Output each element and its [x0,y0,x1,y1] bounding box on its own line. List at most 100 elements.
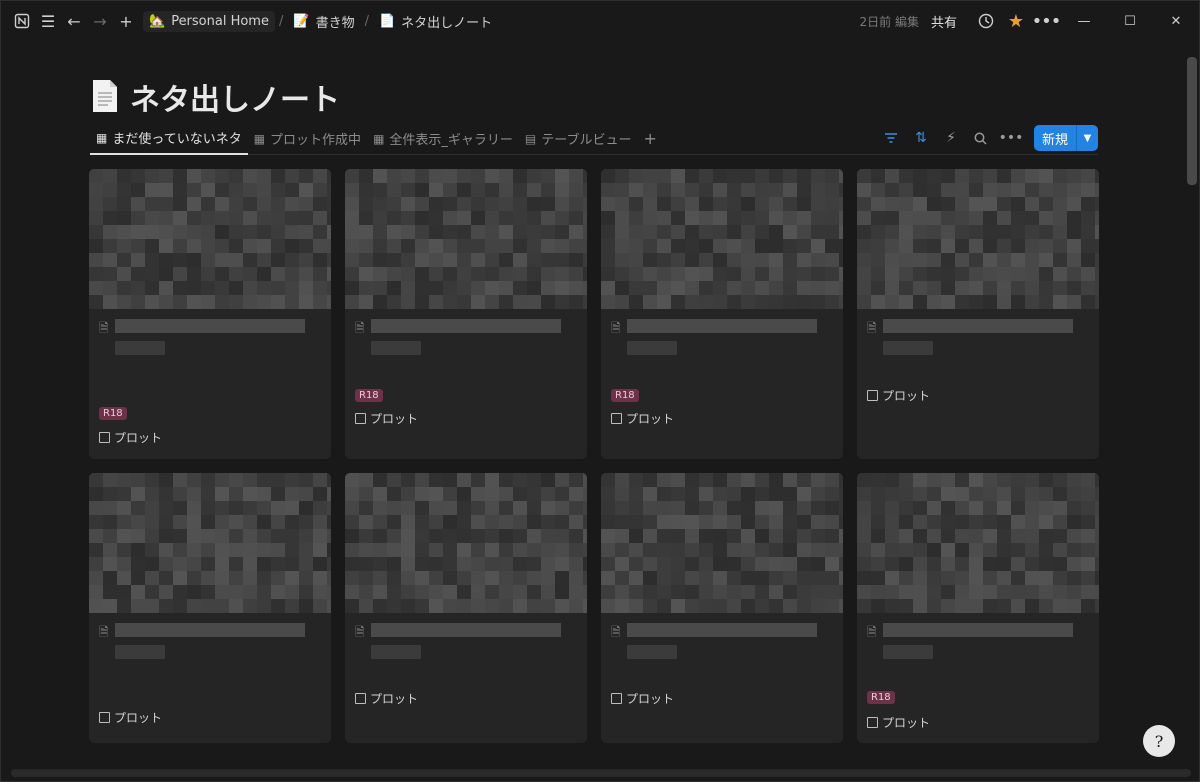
tab-all-gallery[interactable]: ▦ 全件表示_ギャラリー [367,123,519,155]
plot-checkbox-property[interactable]: プロット [867,714,930,731]
card-title-redacted [883,341,933,355]
card-title-redacted [883,319,1073,333]
chevron-down-icon[interactable]: ▼ [1076,125,1098,151]
card-title-redacted [627,623,817,637]
card-title-redacted [883,623,1073,637]
document-icon: 🗎 [867,625,877,639]
card-cover-image [601,473,843,613]
forward-arrow-icon[interactable]: → [87,8,113,34]
tab-label: まだ使っていないネタ [112,132,242,147]
breadcrumb-writing[interactable]: 📝 書き物 [287,9,360,34]
property-label: プロット [114,431,163,445]
tab-label: テーブルビュー [541,133,632,148]
gallery-card[interactable]: 🗎 プロット [601,473,843,743]
plot-checkbox-property[interactable]: プロット [611,410,674,427]
breadcrumb-label: ネタ出しノート [401,15,493,31]
new-item-label: 新規 [1041,132,1068,148]
checkbox[interactable] [611,693,622,704]
breadcrumb: 🏡 Personal Home / 📝 書き物 / 📄 ネタ出しノート [143,9,498,34]
gallery-card[interactable]: 🗎 プロット [857,169,1099,459]
gallery-card[interactable]: 🗎 R18 プロット [601,169,843,459]
history-clock-icon[interactable] [971,13,1001,29]
vertical-scrollbar[interactable] [1187,57,1197,185]
maximize-window-icon[interactable]: ☐ [1107,14,1153,29]
notion-logo-icon[interactable] [9,8,35,34]
property-label: プロット [882,716,931,730]
document-page-icon[interactable] [90,79,122,115]
gallery-card[interactable]: 🗎 R18 プロット [857,473,1099,743]
horizontal-scrollbar[interactable] [11,769,1191,777]
rating-tag: R18 [611,389,639,402]
checkbox[interactable] [355,413,366,424]
checkbox[interactable] [867,390,878,401]
back-arrow-icon[interactable]: ← [61,8,87,34]
more-options-icon[interactable]: ••• [998,130,1024,146]
card-title-redacted [627,341,677,355]
automation-lightning-icon[interactable]: ⚡ [938,130,964,146]
plot-checkbox-property[interactable]: プロット [611,690,674,707]
card-title-redacted [371,623,561,637]
gallery-card[interactable]: 🗎 プロット [89,473,331,743]
card-title-redacted [371,319,561,333]
page-header: ネタ出しノート [90,75,340,119]
breadcrumb-personal-home[interactable]: 🏡 Personal Home [143,10,275,32]
tab-table-view[interactable]: ▤ テーブルビュー [519,123,638,155]
card-cover-image [857,473,1099,613]
page-icon: 📄 [378,13,396,29]
new-page-plus-icon[interactable]: + [113,8,139,34]
property-label: プロット [626,412,675,426]
plot-checkbox-property[interactable]: プロット [355,410,418,427]
close-window-icon[interactable]: ✕ [1153,14,1199,29]
help-button[interactable]: ? [1143,725,1175,757]
tab-unused-ideas[interactable]: ▦ まだ使っていないネタ [90,123,248,155]
minimize-window-icon[interactable]: — [1061,14,1107,29]
card-title-redacted [115,623,305,637]
property-label: プロット [114,711,163,725]
gallery-icon: ▦ [96,130,108,145]
document-icon: 🗎 [355,625,365,639]
checkbox[interactable] [867,717,878,728]
checkbox[interactable] [99,712,110,723]
gallery-card[interactable]: 🗎 R18 プロット [345,169,587,459]
database-toolbar: ⇅ ⚡ ••• 新規 ▼ [878,123,1098,153]
favorite-star-icon[interactable]: ★ [1001,11,1031,32]
rating-tag: R18 [867,691,895,704]
table-icon: ▤ [524,131,537,146]
card-cover-image [857,169,1099,309]
card-title-redacted [371,645,421,659]
last-edited-text: 2日前 編集 [859,14,919,29]
search-icon[interactable] [968,132,994,145]
share-button[interactable]: 共有 [931,12,957,31]
sort-icon[interactable]: ⇅ [908,130,934,146]
gallery-card[interactable]: 🗎 R18 プロット [89,169,331,459]
gallery-card[interactable]: 🗎 プロット [345,473,587,743]
document-icon: 🗎 [611,321,621,335]
breadcrumb-label: Personal Home [171,13,269,29]
plot-checkbox-property[interactable]: プロット [99,709,162,726]
checkbox[interactable] [355,693,366,704]
card-title-redacted [627,645,677,659]
add-view-plus-icon[interactable]: + [644,129,657,148]
breadcrumb-separator: / [278,13,284,29]
checkbox[interactable] [611,413,622,424]
more-options-icon[interactable]: ••• [1031,11,1062,32]
card-title-redacted [115,319,305,333]
tab-plotting[interactable]: ▦ プロット作成中 [248,123,367,155]
card-cover-image [345,473,587,613]
plot-checkbox-property[interactable]: プロット [99,429,162,446]
plot-checkbox-property[interactable]: プロット [355,690,418,707]
gallery-icon: ▦ [253,131,266,146]
filter-icon[interactable] [878,132,904,144]
new-item-button[interactable]: 新規 ▼ [1033,125,1098,151]
sidebar-menu-icon[interactable]: ☰ [35,8,61,34]
page-title[interactable]: ネタ出しノート [130,75,340,119]
house-emoji-icon: 🏡 [149,13,166,29]
card-title-redacted [115,341,165,355]
card-title-redacted [883,645,933,659]
checkbox[interactable] [99,432,110,443]
breadcrumb-current-page[interactable]: 📄 ネタ出しノート [373,9,498,34]
card-cover-image [89,169,331,309]
app-window: ☰ ← → + 🏡 Personal Home / 📝 書き物 / 📄 ネタ出し… [0,0,1200,782]
document-icon: 🗎 [99,625,109,639]
plot-checkbox-property[interactable]: プロット [867,387,930,404]
